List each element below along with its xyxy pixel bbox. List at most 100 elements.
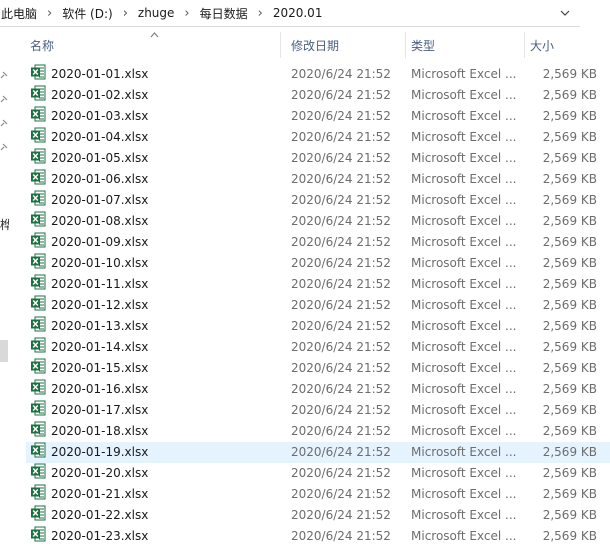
file-type: Microsoft Excel ... <box>411 382 517 396</box>
file-name: 2020-01-10.xlsx <box>51 256 149 270</box>
file-row[interactable]: 2020-01-12.xlsx 2020/6/24 21:52 Microsoft … <box>26 295 610 316</box>
file-row[interactable]: 2020-01-02.xlsx 2020/6/24 21:52 Microsoft … <box>26 85 610 106</box>
breadcrumb-current-folder[interactable]: 2020.01 <box>267 6 329 20</box>
file-row[interactable]: 2020-01-23.xlsx 2020/6/24 21:52 Microsoft … <box>26 526 610 547</box>
excel-file-icon <box>30 379 46 395</box>
file-name: 2020-01-09.xlsx <box>51 235 149 249</box>
file-size: 2,569 KB <box>542 403 597 417</box>
file-type: Microsoft Excel ... <box>411 151 517 165</box>
file-size: 2,569 KB <box>542 340 597 354</box>
excel-file-icon <box>30 64 46 80</box>
address-bar[interactable]: 此电脑 › 软件 (D:) › zhuge › 每日数据 › 2020.01 <box>0 0 580 27</box>
file-type: Microsoft Excel ... <box>411 172 517 186</box>
pin-icon[interactable] <box>0 143 8 151</box>
file-type: Microsoft Excel ... <box>411 487 517 501</box>
file-size: 2,569 KB <box>542 172 597 186</box>
file-row[interactable]: 2020-01-22.xlsx 2020/6/24 21:52 Microsoft … <box>26 505 610 526</box>
file-size: 2,569 KB <box>542 382 597 396</box>
file-size: 2,569 KB <box>542 277 597 291</box>
file-row[interactable]: 2020-01-21.xlsx 2020/6/24 21:52 Microsoft … <box>26 484 610 505</box>
file-row[interactable]: 2020-01-13.xlsx 2020/6/24 21:52 Microsoft … <box>26 316 610 337</box>
file-modified-date: 2020/6/24 21:52 <box>291 193 391 207</box>
file-size: 2,569 KB <box>542 487 597 501</box>
file-row[interactable]: 2020-01-07.xlsx 2020/6/24 21:52 Microsoft … <box>26 190 610 211</box>
file-row[interactable]: 2020-01-01.xlsx 2020/6/24 21:52 Microsoft … <box>26 64 610 85</box>
excel-file-icon <box>30 358 46 374</box>
file-type: Microsoft Excel ... <box>411 130 517 144</box>
file-type: Microsoft Excel ... <box>411 277 517 291</box>
file-modified-date: 2020/6/24 21:52 <box>291 361 391 375</box>
file-modified-date: 2020/6/24 21:52 <box>291 403 391 417</box>
column-divider[interactable] <box>280 32 281 58</box>
vertical-scrollbar[interactable] <box>604 27 610 549</box>
excel-file-icon <box>30 484 46 500</box>
file-modified-date: 2020/6/24 21:52 <box>291 88 391 102</box>
file-name: 2020-01-04.xlsx <box>51 130 149 144</box>
file-row[interactable]: 2020-01-18.xlsx 2020/6/24 21:52 Microsoft … <box>26 421 610 442</box>
file-name: 2020-01-16.xlsx <box>51 382 149 396</box>
file-row[interactable]: 2020-01-04.xlsx 2020/6/24 21:52 Microsoft … <box>26 127 610 148</box>
file-name: 2020-01-18.xlsx <box>51 424 149 438</box>
chevron-down-icon[interactable] <box>558 4 572 22</box>
file-name: 2020-01-15.xlsx <box>51 361 149 375</box>
file-name: 2020-01-21.xlsx <box>51 487 149 501</box>
pin-icon[interactable] <box>0 95 8 103</box>
file-row[interactable]: 2020-01-16.xlsx 2020/6/24 21:52 Microsoft … <box>26 379 610 400</box>
file-row[interactable]: 2020-01-15.xlsx 2020/6/24 21:52 Microsoft … <box>26 358 610 379</box>
file-row[interactable]: 2020-01-17.xlsx 2020/6/24 21:52 Microsoft … <box>26 400 610 421</box>
file-row[interactable]: 2020-01-06.xlsx 2020/6/24 21:52 Microsoft … <box>26 169 610 190</box>
file-name: 2020-01-14.xlsx <box>51 340 149 354</box>
file-type: Microsoft Excel ... <box>411 193 517 207</box>
file-row[interactable]: 2020-01-11.xlsx 2020/6/24 21:52 Microsoft … <box>26 274 610 295</box>
column-divider[interactable] <box>405 32 406 58</box>
file-type: Microsoft Excel ... <box>411 109 517 123</box>
file-size: 2,569 KB <box>542 466 597 480</box>
nav-item-label[interactable]: 桦 <box>0 216 9 233</box>
excel-file-icon <box>30 148 46 164</box>
breadcrumb-separator-icon[interactable]: › <box>43 6 56 21</box>
file-row[interactable]: 2020-01-08.xlsx 2020/6/24 21:52 Microsoft … <box>26 211 610 232</box>
breadcrumb-zhuge[interactable]: zhuge <box>132 6 181 20</box>
breadcrumb-separator-icon[interactable]: › <box>180 6 193 21</box>
file-row[interactable]: 2020-01-03.xlsx 2020/6/24 21:52 Microsoft … <box>26 106 610 127</box>
column-divider[interactable] <box>524 32 525 58</box>
column-header-date[interactable]: 修改日期 <box>291 30 401 62</box>
pin-icon[interactable] <box>0 119 8 127</box>
file-modified-date: 2020/6/24 21:52 <box>291 382 391 396</box>
file-row[interactable]: 2020-01-14.xlsx 2020/6/24 21:52 Microsoft … <box>26 337 610 358</box>
excel-file-icon <box>30 463 46 479</box>
file-size: 2,569 KB <box>542 88 597 102</box>
file-type: Microsoft Excel ... <box>411 88 517 102</box>
file-modified-date: 2020/6/24 21:52 <box>291 445 391 459</box>
file-size: 2,569 KB <box>542 130 597 144</box>
file-type: Microsoft Excel ... <box>411 424 517 438</box>
file-name: 2020-01-17.xlsx <box>51 403 149 417</box>
file-type: Microsoft Excel ... <box>411 298 517 312</box>
breadcrumb-this-pc[interactable]: 此电脑 <box>0 5 43 22</box>
file-modified-date: 2020/6/24 21:52 <box>291 67 391 81</box>
column-header-name[interactable]: 名称 <box>30 30 270 62</box>
excel-file-icon <box>30 106 46 122</box>
file-modified-date: 2020/6/24 21:52 <box>291 508 391 522</box>
column-header-size[interactable]: 大小 <box>530 30 590 62</box>
breadcrumb-separator-icon[interactable]: › <box>254 6 267 21</box>
nav-item-selected[interactable] <box>0 340 8 362</box>
file-row[interactable]: 2020-01-20.xlsx 2020/6/24 21:52 Microsoft … <box>26 463 610 484</box>
column-header-type[interactable]: 类型 <box>411 30 511 62</box>
file-row[interactable]: 2020-01-05.xlsx 2020/6/24 21:52 Microsoft … <box>26 148 610 169</box>
pin-icon[interactable] <box>0 71 8 79</box>
breadcrumb-drive-d[interactable]: 软件 (D:) <box>56 5 118 22</box>
file-modified-date: 2020/6/24 21:52 <box>291 487 391 501</box>
file-row[interactable]: 2020-01-09.xlsx 2020/6/24 21:52 Microsoft … <box>26 232 610 253</box>
file-size: 2,569 KB <box>542 235 597 249</box>
breadcrumb-separator-icon[interactable]: › <box>119 6 132 21</box>
file-row[interactable]: 2020-01-19.xlsx 2020/6/24 21:52 Microsoft … <box>26 442 610 463</box>
excel-file-icon <box>30 400 46 416</box>
file-size: 2,569 KB <box>542 508 597 522</box>
breadcrumb-daily-data[interactable]: 每日数据 <box>194 5 254 22</box>
file-modified-date: 2020/6/24 21:52 <box>291 529 391 543</box>
excel-file-icon <box>30 253 46 269</box>
file-type: Microsoft Excel ... <box>411 403 517 417</box>
file-row[interactable]: 2020-01-10.xlsx 2020/6/24 21:52 Microsoft … <box>26 253 610 274</box>
excel-file-icon <box>30 421 46 437</box>
